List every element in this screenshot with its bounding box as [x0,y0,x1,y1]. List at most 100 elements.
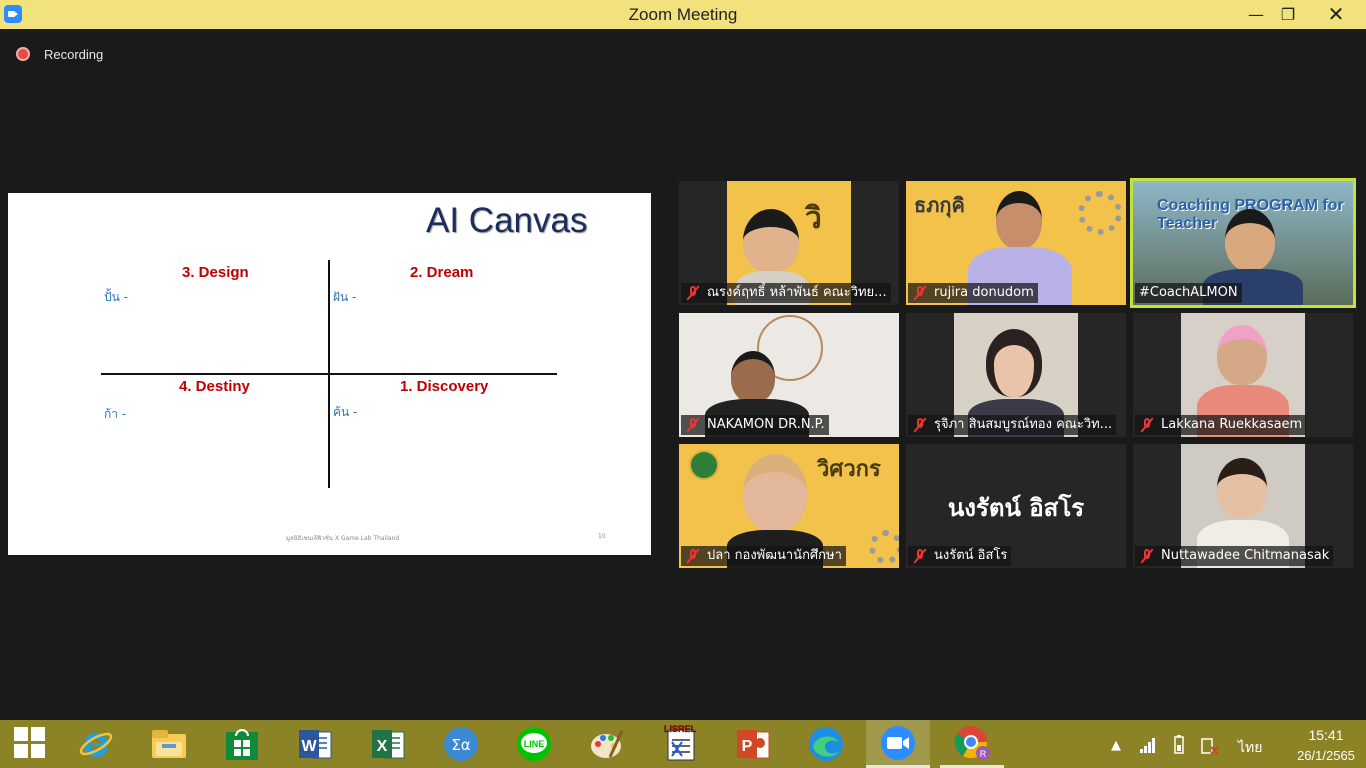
taskbar-math-input[interactable]: Σα [441,724,481,764]
window-title-bar: Zoom Meeting — ❐ ✕ [0,0,1366,29]
taskbar-internet-explorer[interactable] [76,724,116,764]
background-logo-text: วิ [805,201,822,236]
participant-nameplate: Nuttawadee Chitmanasak [1135,546,1334,566]
taskbar-store[interactable] [222,724,262,764]
slide-title: AI Canvas [426,201,588,240]
participant-name: rujira donudom [934,285,1034,300]
windows-logo-pane [31,744,45,758]
quadrant-heading-destiny: 4. Destiny [179,378,250,395]
participant-tile[interactable]: ธภกุคิ rujira donudom [906,181,1126,305]
clock-date[interactable]: 26/1/2565 [1293,748,1359,763]
internet-explorer-icon [79,732,113,757]
participant-display-name: นงรัตน์ อิสโร [947,493,1085,522]
lisrel-icon: LISREL [664,724,697,761]
recording-indicator[interactable]: Recording [16,45,103,63]
taskbar-file-explorer[interactable] [149,724,189,764]
zoom-icon [881,725,915,760]
participant-tile-active-speaker[interactable]: Coaching PROGRAM for Teacher #CoachALMON [1130,178,1356,308]
quadrant-sub-destiny: ก้า - [104,407,127,421]
participant-tile-video-off[interactable]: นงรัตน์ อิสโร นงรัตน์ อิสโร [906,444,1126,568]
taskbar-word[interactable]: W [295,724,335,764]
taskbar-line[interactable]: LINE [514,724,554,764]
svg-text:LINE: LINE [524,739,545,749]
svg-text:X: X [377,738,388,755]
participant-face [731,351,775,403]
mic-muted-icon [912,417,928,433]
record-icon [16,47,30,61]
powerpoint-icon: P [737,730,770,759]
taskbar-excel[interactable]: X [368,724,408,764]
mic-muted-icon [912,285,928,301]
mic-muted-icon [912,548,928,564]
participant-face [1217,325,1267,385]
participant-nameplate: NAKAMON DR.N.P. [681,415,829,435]
slide-page-number: 10 [598,533,606,540]
taskbar-edge[interactable] [806,724,846,764]
taskbar-chrome[interactable]: R [940,720,1004,768]
slide-horizontal-divider [101,373,557,375]
word-icon: W [299,730,332,759]
edge-icon [809,727,843,761]
participant-name: ณรงค์ฤทธิ์ หล้าพันธ์ คณะวิทย... [707,285,887,300]
participant-tile[interactable]: วิ ณรงค์ฤทธิ์ หล้าพันธ์ คณะวิทย... [679,181,899,305]
windows-logo-pane [14,744,28,758]
windows-logo-pane [31,727,45,741]
svg-text:LISREL: LISREL [664,724,697,734]
participant-nameplate: Lakkana Ruekkasaem [1135,415,1307,435]
mic-muted-icon [1139,417,1155,433]
input-language-indicator[interactable]: ไทย [1238,737,1262,759]
taskbar-lisrel[interactable]: LISREL [660,722,700,762]
battery-icon[interactable] [1170,735,1188,754]
svg-text:P: P [742,738,753,755]
participant-tile[interactable]: NAKAMON DR.N.P. [679,313,899,437]
participant-face [996,191,1042,249]
participant-name: ปลา กองพัฒนานักศึกษา [707,548,842,563]
line-icon: LINE [517,727,551,761]
mic-muted-icon [1139,548,1155,564]
background-logo-text: วิศวกร [817,456,881,482]
file-explorer-icon [152,730,186,758]
participant-nameplate: นงรัตน์ อิสโร [908,546,1012,566]
participant-tile[interactable]: Lakkana Ruekkasaem [1133,313,1353,437]
university-logo [689,450,719,480]
maximize-button[interactable]: ❐ [1265,0,1311,29]
participant-nameplate: rujira donudom [908,283,1038,303]
participant-tile[interactable]: รุจิภา สินสมบูรณ์ทอง คณะวิท... [906,313,1126,437]
participant-name: Nuttawadee Chitmanasak [1161,548,1330,563]
paint-icon [591,730,624,758]
start-button[interactable] [14,727,46,759]
quadrant-heading-discovery: 1. Discovery [400,378,489,395]
participant-name: #CoachALMON [1139,285,1238,300]
participant-face [1225,209,1275,271]
taskbar-zoom[interactable] [866,720,930,768]
math-input-icon: Σα [444,727,478,761]
participant-name: Lakkana Ruekkasaem [1161,417,1303,432]
background-logo-text: ธภกุคิ [914,193,965,217]
taskbar-paint[interactable] [587,724,627,764]
mic-muted-icon [685,548,701,564]
participant-tile[interactable]: วิศวกร ปลา กองพัฒนานักศึกษา [679,444,899,568]
participant-face [743,454,807,532]
window-title: Zoom Meeting [628,5,738,24]
quadrant-sub-dream: ฝัน - [333,290,357,304]
participant-face [743,209,799,273]
participant-nameplate: ณรงค์ฤทธิ์ หล้าพันธ์ คณะวิทย... [681,283,891,303]
close-button[interactable]: ✕ [1313,0,1359,29]
show-hidden-icons-chevron-up-icon[interactable]: ▲ [1111,738,1121,754]
background-gear-graphic [869,530,899,564]
svg-text:Σα: Σα [451,736,470,754]
participant-nameplate: #CoachALMON [1135,283,1242,303]
store-icon [226,729,258,760]
shared-screen-slide: AI Canvas 3. Design ปั้น - 2. Dream ฝัน … [8,193,651,555]
taskbar-powerpoint[interactable]: P [733,724,773,764]
quadrant-heading-dream: 2. Dream [410,264,474,281]
participant-face [986,329,1042,397]
volume-muted-icon[interactable] [1200,735,1220,755]
quadrant-heading-design: 3. Design [182,264,249,281]
background-gear-graphic [1078,191,1122,235]
participant-tile[interactable]: Nuttawadee Chitmanasak [1133,444,1353,568]
recording-label: Recording [44,46,104,62]
network-signal-icon[interactable] [1139,736,1157,753]
clock-time[interactable]: 15:41 [1296,727,1356,743]
windows-logo-icon [14,727,28,741]
